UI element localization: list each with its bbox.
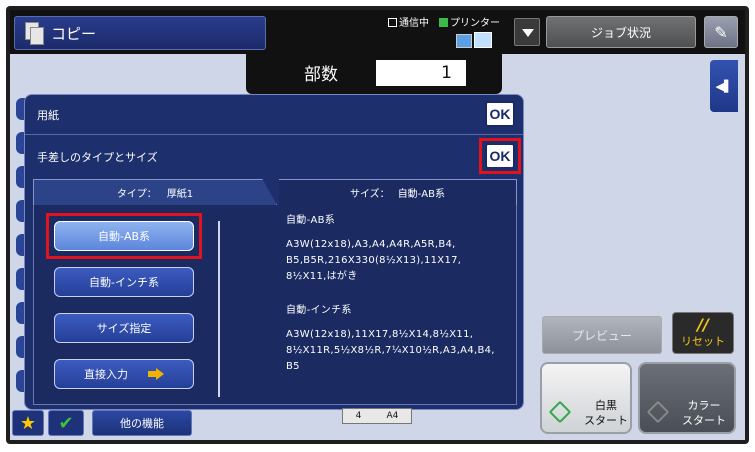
manual-row: 手差しのタイプとサイズ OK [25, 137, 523, 177]
status-comm: 通信中 [388, 14, 429, 29]
tray-size: A4 [386, 411, 399, 421]
app-title: コピー [14, 16, 266, 50]
ok-highlight-frame [479, 138, 521, 174]
job-status-button[interactable]: ジョブ状況 [546, 16, 696, 48]
printer-icon-part [456, 34, 472, 48]
divider [218, 221, 220, 397]
color-start-label: カラー スタート [682, 398, 726, 428]
color-line1: カラー [687, 399, 721, 412]
comm-box-icon [388, 18, 397, 27]
printer-icon [456, 28, 502, 50]
top-bar: コピー 通信中 プリンター ジョブ状況 ✎ [10, 10, 745, 54]
tab-bar: タイプ： 厚紙1 サイズ： 自動-AB系 [33, 179, 517, 205]
manual-label: 手差しのタイプとサイズ [37, 151, 158, 164]
size-specify-button[interactable]: サイズ指定 [54, 313, 194, 343]
arrow-right-icon [148, 368, 164, 380]
tab-size[interactable]: サイズ： 自動-AB系 [279, 179, 517, 205]
copies-box: 部数 1 [246, 54, 502, 94]
bw-line1: 白黒 [595, 399, 617, 412]
status-indicators: 通信中 プリンター [388, 14, 500, 29]
paper-ok-button[interactable]: OK [485, 101, 515, 127]
copies-value[interactable]: 1 [376, 60, 466, 86]
reset-button[interactable]: // リセット [672, 312, 734, 354]
preview-button[interactable]: プレビュー [542, 316, 662, 354]
copy-icon [25, 22, 44, 45]
direct-input-label: 直接入力 [84, 368, 128, 381]
size-content: 自動-AB系 自動-インチ系 サイズ指定 直接入力 自動-AB系 A3W(12x… [33, 205, 517, 405]
start-diamond-icon [646, 400, 670, 424]
color-start-button[interactable]: カラー スタート [638, 362, 736, 434]
tab-type-value: 厚紙1 [166, 189, 194, 200]
reset-icon: // [697, 315, 709, 334]
tab-type-label: タイプ： [116, 189, 157, 200]
touch-screen: コピー 通信中 プリンター ジョブ状況 ✎ 部数 1 ◀▌ 用紙 OK 手差しの… [10, 10, 745, 440]
tab-size-value: 自動-AB系 [397, 189, 445, 200]
status-comm-text: 通信中 [399, 18, 429, 29]
direct-input-button[interactable]: 直接入力 [54, 359, 194, 389]
bw-start-label: 白黒 スタート [584, 398, 628, 428]
bw-line2: スタート [584, 414, 628, 427]
star-icon[interactable]: ★ [12, 410, 44, 436]
tab-type[interactable]: タイプ： 厚紙1 [33, 179, 277, 205]
auto-ab-button[interactable]: 自動-AB系 [54, 221, 194, 251]
reset-label: リセット [681, 335, 725, 348]
inch-sizes: A3W(12x18),11X17,8½X14,8½X11, 8½X11R,5½X… [286, 329, 495, 372]
other-functions-button[interactable]: 他の機能 [92, 410, 192, 436]
settings-icon[interactable]: ✎ [704, 16, 738, 48]
chevron-down-icon[interactable] [514, 18, 540, 46]
inch-title: 自動-インチ系 [286, 305, 352, 316]
paper-label: 用紙 [37, 108, 59, 122]
tab-size-label: サイズ： [349, 189, 390, 200]
panel-expand-icon[interactable]: ◀▌ [710, 60, 738, 112]
color-line2: スタート [682, 414, 726, 427]
status-printer: プリンター [439, 14, 500, 29]
tray-indicator: 4 A4 [342, 408, 412, 424]
printer-status-icon [439, 18, 448, 27]
printer-icon-part [474, 32, 492, 48]
bw-start-button[interactable]: 白黒 スタート [540, 362, 632, 434]
ab-sizes: A3W(12x18),A3,A4,A4R,A5R,B4, B5,B5R,216X… [286, 239, 462, 282]
tray-number: 4 [355, 411, 362, 421]
paper-panel: 用紙 OK 手差しのタイプとサイズ OK タイプ： 厚紙1 サイズ： 自動-AB… [24, 94, 524, 410]
check-icon[interactable]: ✔ [48, 410, 84, 436]
copies-label: 部数 [304, 65, 338, 85]
start-diamond-icon [548, 400, 572, 424]
auto-inch-button[interactable]: 自動-インチ系 [54, 267, 194, 297]
ab-title: 自動-AB系 [286, 215, 336, 226]
paper-row: 用紙 OK [25, 95, 523, 135]
app-title-text: コピー [51, 24, 97, 43]
